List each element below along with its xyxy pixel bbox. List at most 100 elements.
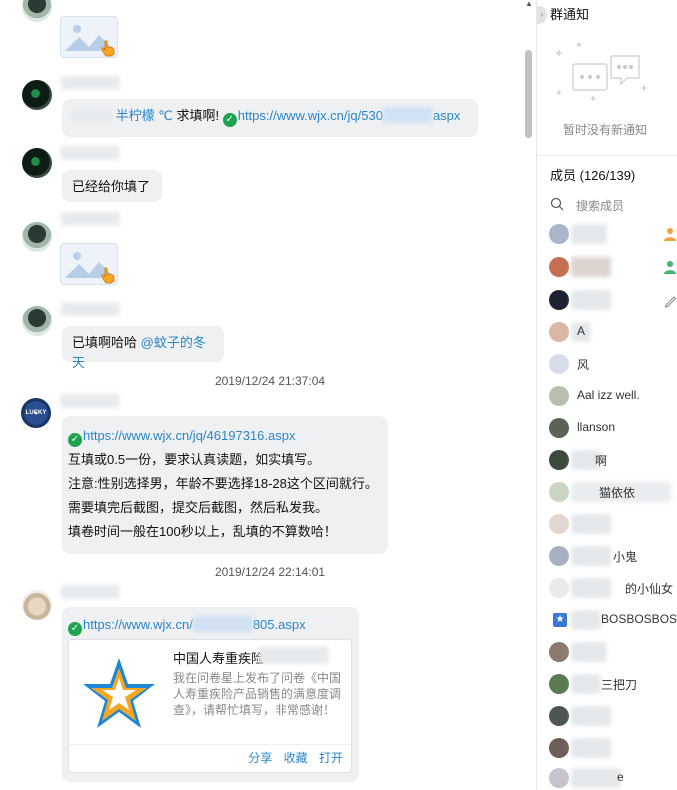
scroll-up-arrow-icon[interactable]: ▲: [525, 0, 533, 8]
sender-name: [60, 212, 120, 226]
open-button[interactable]: 打开: [319, 751, 343, 765]
member-name-blurred: [571, 674, 601, 694]
member-avatar: [549, 386, 569, 406]
member-item[interactable]: 风: [549, 354, 677, 376]
collapse-arrow-icon[interactable]: ›: [537, 6, 547, 24]
sender-name: [60, 585, 120, 599]
message-bubble: 已经给你填了: [62, 170, 162, 202]
avatar[interactable]: [22, 148, 52, 178]
member-search[interactable]: 搜索成员: [550, 196, 670, 214]
hand-cursor-icon: [101, 40, 115, 57]
member-name-blurred: [571, 738, 611, 758]
verified-link-icon: ✓: [68, 622, 82, 636]
blurred-mention: [72, 108, 112, 122]
member-avatar: [549, 450, 569, 470]
card-title: 中国人寿重疾险: [173, 651, 265, 666]
avatar[interactable]: [22, 590, 52, 620]
card-actions: 分享 收藏 打开: [240, 749, 343, 766]
member-name-blurred: [571, 610, 601, 630]
blurred-title-part: [259, 646, 329, 664]
avatar[interactable]: [22, 80, 52, 110]
avatar[interactable]: [22, 0, 52, 22]
group-side-panel: › 群通知 暂时没有新通知 成员 (126/139) 搜索成员 A 风 Aal …: [536, 0, 677, 790]
member-avatar: [549, 738, 569, 758]
member-avatar: [549, 224, 569, 244]
chat-pane: 半柠檬 ℃ 求填啊! ✓ https://www.wjx.cn/jq/530 asp…: [0, 0, 535, 790]
member-avatar: [549, 674, 569, 694]
member-name: 风: [577, 358, 590, 372]
member-item[interactable]: 猫依依: [549, 482, 677, 504]
message-bubble: ✓ https://www.wjx.cn/jq/46197316.aspx 互填或…: [62, 416, 388, 554]
member-name: 啊: [595, 454, 608, 468]
member-item[interactable]: Aal izz well.: [549, 386, 677, 408]
member-item[interactable]: 的小仙女: [549, 578, 677, 600]
member-item[interactable]: [549, 514, 677, 536]
avatar[interactable]: [22, 222, 52, 252]
survey-link[interactable]: https://www.wjx.cn/: [83, 617, 193, 632]
member-item[interactable]: [549, 257, 677, 279]
member-name-blurred: [571, 514, 611, 534]
member-avatar: [549, 290, 569, 310]
survey-link[interactable]: https://www.wjx.cn/jq/530: [238, 108, 383, 123]
member-item[interactable]: [549, 738, 677, 760]
member-avatar: [549, 482, 569, 502]
scrollbar-thumb[interactable]: [525, 50, 532, 138]
message-text: 求填啊!: [176, 108, 220, 123]
message-text: 已经给你填了: [72, 179, 151, 194]
message-bubble: 已填啊哈哈 @蚊子的冬天: [62, 326, 224, 370]
survey-link-tail[interactable]: aspx: [433, 108, 460, 123]
survey-link-tail[interactable]: 805.aspx: [253, 617, 306, 632]
card-divider: [69, 744, 351, 745]
sender-name: [60, 146, 120, 160]
member-item[interactable]: [549, 290, 677, 312]
message-text: 已填啊哈哈: [72, 335, 138, 350]
member-name: BOSBOSBOS: [601, 612, 677, 626]
member-item[interactable]: [549, 642, 677, 664]
member-name-blurred: [571, 546, 611, 566]
member-item[interactable]: 啊: [549, 450, 677, 472]
member-item[interactable]: 小鬼: [549, 546, 677, 568]
member-avatar: [549, 642, 569, 662]
favorite-button[interactable]: 收藏: [284, 751, 308, 765]
message-line: 注意:性别选择男，年龄不要选择18-28这个区间就行。: [68, 476, 378, 491]
card-description: 我在问卷星上发布了问卷《中国人寿重疾险产品销售的满意度调查》，请帮忙填写，非常感…: [173, 671, 342, 717]
member-item[interactable]: e: [549, 768, 677, 790]
message-bubble: 半柠檬 ℃ 求填啊! ✓ https://www.wjx.cn/jq/530 asp…: [62, 99, 478, 137]
member-avatar: [549, 546, 569, 566]
link-preview-card[interactable]: 中国人寿重疾险 我在问卷星上发布了问卷《中国人寿重疾险产品销售的满意度调查》，请…: [68, 639, 352, 773]
sender-name: [60, 76, 120, 90]
hand-cursor-icon: [101, 267, 115, 284]
admin-icon: [664, 261, 676, 274]
member-name: e: [617, 770, 624, 784]
member-item[interactable]: 三把刀: [549, 674, 677, 696]
member-name: 三把刀: [601, 678, 638, 692]
member-name-blurred: [571, 768, 621, 788]
member-name-blurred: [571, 290, 611, 310]
group-notice-title: 群通知: [550, 7, 590, 22]
members-title: 成员 (126/139): [550, 168, 636, 183]
member-name: 小鬼: [613, 550, 638, 564]
image-message[interactable]: [60, 16, 118, 58]
member-avatar: [549, 354, 569, 374]
member-item[interactable]: ★ BOSBOSBOS: [549, 610, 677, 632]
verified-link-icon: ✓: [68, 433, 82, 447]
share-button[interactable]: 分享: [248, 751, 272, 765]
member-name-blurred: [571, 706, 611, 726]
member-avatar: [549, 768, 569, 788]
member-avatar: ★: [553, 613, 567, 627]
member-name-blurred: [571, 224, 607, 244]
survey-link[interactable]: https://www.wjx.cn/jq/46197316.aspx: [83, 428, 295, 443]
avatar[interactable]: [22, 306, 52, 336]
member-avatar: [549, 257, 569, 277]
search-placeholder: 搜索成员: [576, 199, 625, 213]
member-item[interactable]: [549, 706, 677, 728]
avatar[interactable]: LUCKY STRIKE: [21, 398, 51, 428]
member-item[interactable]: A: [549, 322, 677, 344]
member-item[interactable]: llanson: [549, 418, 677, 440]
member-item[interactable]: [549, 224, 677, 246]
member-avatar: [549, 706, 569, 726]
mention-link[interactable]: 半柠檬 ℃: [116, 108, 173, 123]
member-name-blurred: [571, 257, 611, 277]
image-message[interactable]: [60, 243, 118, 285]
no-notice-text: 暂时没有新通知: [562, 123, 647, 137]
